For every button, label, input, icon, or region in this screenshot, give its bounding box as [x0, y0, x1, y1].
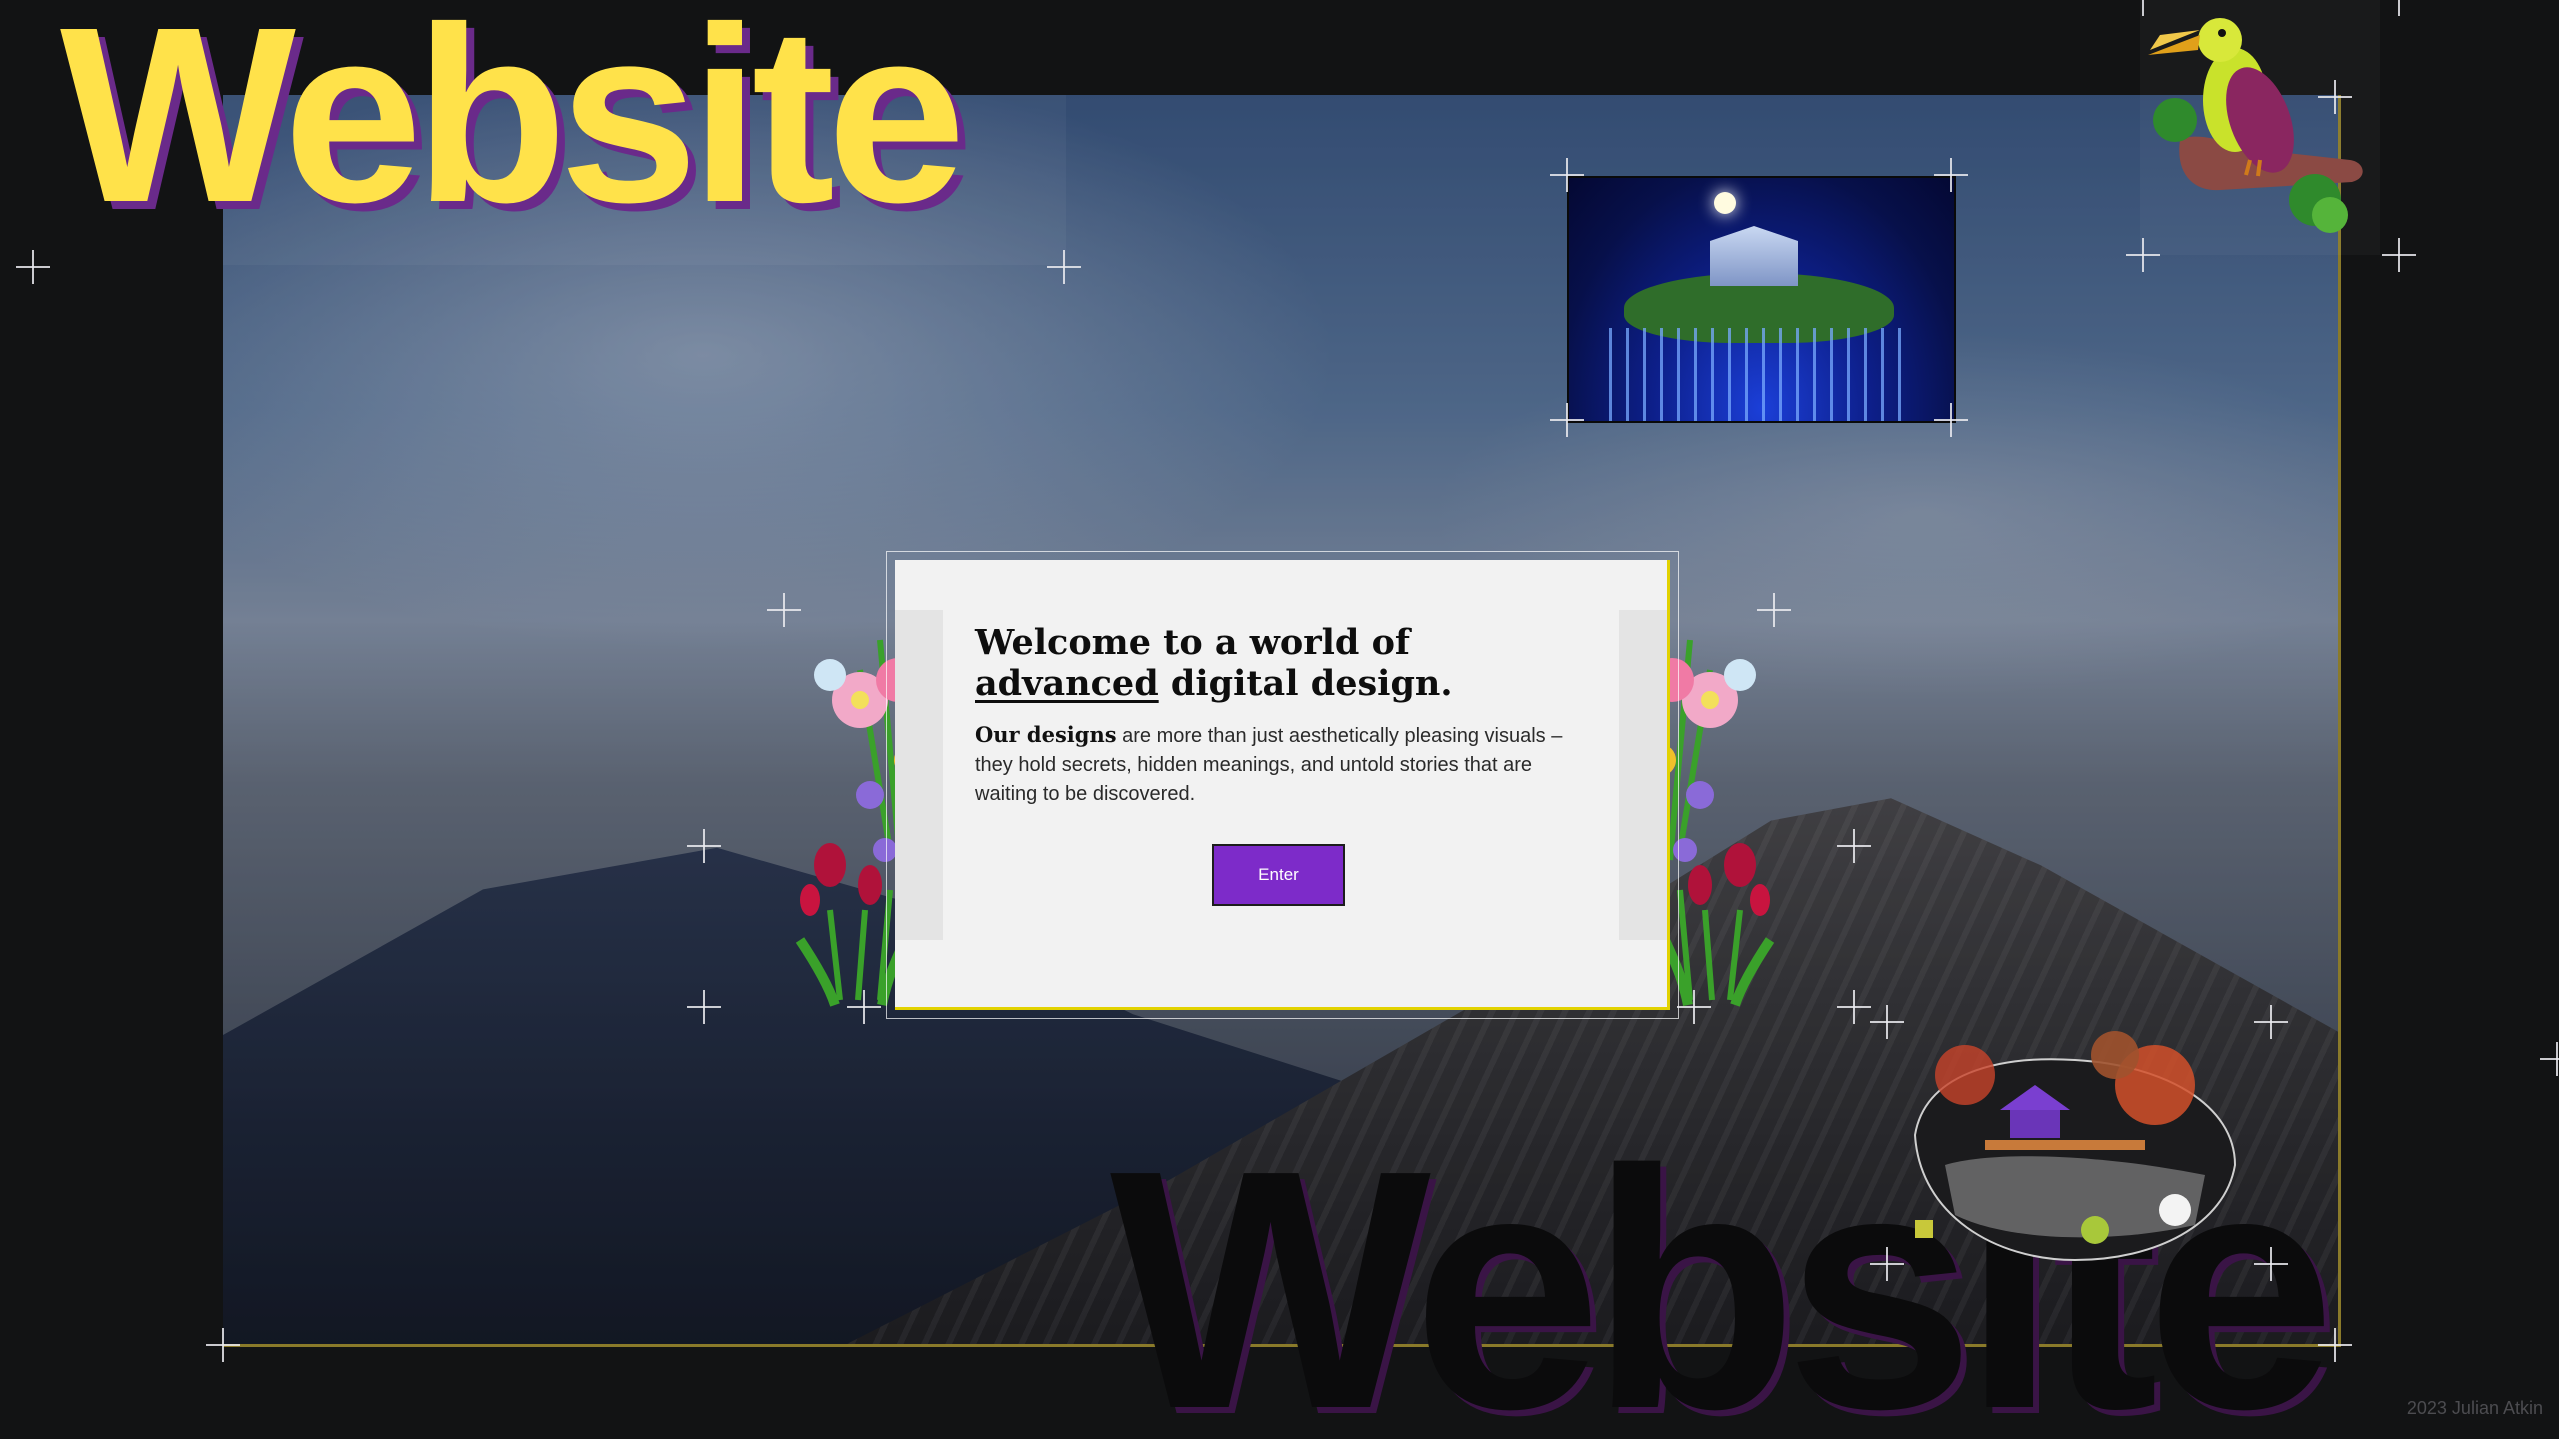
crosshair-plus-icon [206, 1328, 240, 1362]
enter-button[interactable]: Enter [1212, 844, 1345, 906]
crosshair-plus-icon [1870, 1005, 1904, 1039]
crosshair-plus-icon [687, 990, 721, 1024]
site-title: Website [60, 0, 966, 254]
welcome-body: Our designs are more than just aesthetic… [975, 722, 1563, 805]
copyright-credit: 2023 Julian Atkin [2406, 1398, 2543, 1418]
moon-icon [1714, 192, 1736, 214]
crosshair-plus-icon [767, 593, 801, 627]
crosshair-plus-icon [16, 250, 50, 284]
crosshair-plus-icon [2254, 1247, 2288, 1281]
welcome-dialog: Welcome to a world of advanced digital d… [886, 551, 1679, 1019]
crosshair-plus-icon [1757, 593, 1791, 627]
landing-page: Website Website Welcome to a world of ad… [0, 0, 2559, 1439]
crosshair-plus-icon [2254, 1005, 2288, 1039]
crosshair-plus-icon [2382, 0, 2416, 16]
waterfall-icon [1609, 328, 1909, 421]
crosshair-plus-icon [687, 829, 721, 863]
crosshair-plus-icon [2540, 1042, 2559, 1076]
pagoda-icon [1913, 1031, 2237, 1262]
crosshair-plus-icon [1870, 1247, 1904, 1281]
crosshair-plus-icon [2318, 80, 2352, 114]
pagoda-image [1905, 1015, 2245, 1270]
crosshair-plus-icon [1934, 403, 1968, 437]
heading-emphasis: advanced [975, 663, 1159, 704]
toucan-image [2140, 0, 2380, 255]
crosshair-plus-icon [1934, 158, 1968, 192]
crosshair-plus-icon [1837, 829, 1871, 863]
crosshair-plus-icon [847, 990, 881, 1024]
crosshair-plus-icon [2126, 0, 2160, 16]
body-strong: Our designs [975, 722, 1117, 747]
toucan-icon [2148, 18, 2363, 233]
temple-icon [1710, 226, 1798, 286]
crosshair-plus-icon [1837, 990, 1871, 1024]
temple-image [1567, 176, 1956, 423]
welcome-heading: Welcome to a world of advanced digital d… [975, 622, 1453, 704]
crosshair-plus-icon [1550, 403, 1584, 437]
crosshair-plus-icon [1550, 158, 1584, 192]
crosshair-plus-icon [1677, 990, 1711, 1024]
crosshair-plus-icon [1047, 250, 1081, 284]
crosshair-plus-icon [2126, 238, 2160, 272]
crosshair-plus-icon [2318, 1328, 2352, 1362]
crosshair-plus-icon [2382, 238, 2416, 272]
